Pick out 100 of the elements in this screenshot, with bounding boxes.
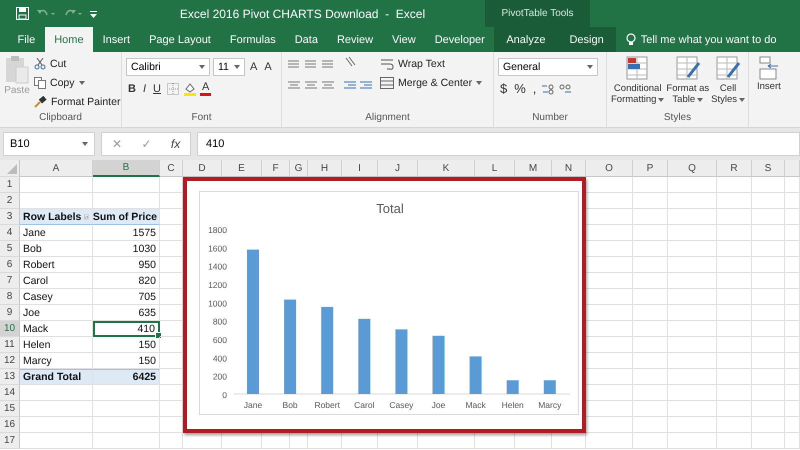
shrink-font-button[interactable]: A bbox=[262, 61, 274, 73]
row-header[interactable]: 11 bbox=[0, 337, 20, 353]
ribbon-tab[interactable]: Data bbox=[285, 27, 328, 52]
empty-cell[interactable] bbox=[752, 305, 785, 321]
empty-cell[interactable] bbox=[633, 417, 668, 433]
font-color-button[interactable]: A bbox=[200, 81, 212, 96]
empty-cell[interactable] bbox=[633, 369, 668, 385]
empty-cell[interactable] bbox=[633, 305, 668, 321]
styles-button[interactable]: Conditional Formatting bbox=[611, 55, 664, 112]
empty-cell[interactable] bbox=[752, 241, 785, 257]
empty-cell[interactable] bbox=[717, 369, 752, 385]
empty-cell[interactable] bbox=[633, 193, 668, 209]
empty-cell[interactable] bbox=[785, 337, 800, 353]
column-header[interactable]: C bbox=[160, 160, 183, 177]
empty-cell[interactable] bbox=[752, 353, 785, 369]
empty-cell[interactable] bbox=[752, 385, 785, 401]
name-box[interactable]: B10 bbox=[3, 132, 95, 156]
empty-cell[interactable] bbox=[633, 225, 668, 241]
empty-cell[interactable] bbox=[752, 417, 785, 433]
wrap-text-button[interactable]: Wrap Text bbox=[380, 55, 482, 72]
empty-cell[interactable] bbox=[785, 209, 800, 225]
empty-cell[interactable] bbox=[633, 433, 668, 449]
empty-cell[interactable] bbox=[668, 225, 717, 241]
empty-cell[interactable] bbox=[717, 289, 752, 305]
column-header[interactable]: L bbox=[475, 160, 515, 177]
merge-center-button[interactable]: Merge & Center bbox=[380, 74, 482, 91]
empty-cell[interactable] bbox=[785, 257, 800, 273]
fill-color-icon[interactable] bbox=[182, 82, 197, 96]
currency-button[interactable]: $ bbox=[498, 81, 510, 96]
row-header[interactable]: 14 bbox=[0, 385, 20, 401]
empty-cell[interactable] bbox=[785, 369, 800, 385]
empty-cell[interactable] bbox=[717, 353, 752, 369]
table-cell[interactable]: 635 bbox=[93, 305, 160, 321]
empty-cell[interactable] bbox=[752, 177, 785, 193]
empty-cell[interactable] bbox=[717, 209, 752, 225]
empty-cell[interactable] bbox=[752, 193, 785, 209]
empty-cell[interactable] bbox=[668, 353, 717, 369]
empty-cell[interactable] bbox=[633, 289, 668, 305]
empty-cell[interactable] bbox=[752, 289, 785, 305]
empty-cell[interactable] bbox=[668, 305, 717, 321]
select-all-icon[interactable] bbox=[7, 164, 17, 174]
empty-cell[interactable] bbox=[633, 241, 668, 257]
column-header[interactable]: B bbox=[93, 160, 160, 177]
empty-cell[interactable] bbox=[633, 385, 668, 401]
row-header[interactable]: 8 bbox=[0, 289, 20, 305]
row-header[interactable]: 4 bbox=[0, 225, 20, 241]
table-cell[interactable]: 1030 bbox=[93, 241, 160, 257]
row-header[interactable]: 6 bbox=[0, 257, 20, 273]
empty-cell[interactable] bbox=[785, 289, 800, 305]
empty-cell[interactable] bbox=[668, 209, 717, 225]
format-painter-button[interactable]: Format Painter bbox=[34, 93, 120, 110]
empty-cell[interactable] bbox=[668, 193, 717, 209]
column-header[interactable]: H bbox=[308, 160, 342, 177]
empty-cell[interactable] bbox=[93, 177, 160, 193]
column-header[interactable]: M bbox=[515, 160, 552, 177]
column-header[interactable]: I bbox=[342, 160, 378, 177]
chart-area[interactable]: Total 0 200 400 600 800 1000 1200 1400 1600 1800 Jane Bob Robert Carol Casey Joe Mack Helen Marcy bbox=[199, 191, 579, 415]
empty-cell[interactable] bbox=[93, 417, 160, 433]
empty-cell[interactable] bbox=[785, 241, 800, 257]
cut-button[interactable]: Cut bbox=[34, 55, 120, 72]
empty-cell[interactable] bbox=[717, 385, 752, 401]
styles-button[interactable]: Format as Table bbox=[666, 55, 710, 112]
table-cell[interactable]: 150 bbox=[93, 337, 160, 353]
empty-cell[interactable] bbox=[717, 401, 752, 417]
ribbon-tab[interactable]: Home bbox=[44, 27, 94, 52]
empty-cell[interactable] bbox=[93, 401, 160, 417]
empty-cell[interactable] bbox=[785, 433, 800, 449]
empty-cell[interactable] bbox=[668, 433, 717, 449]
ribbon-tab[interactable]: Formulas bbox=[220, 27, 286, 52]
insert-button[interactable]: Insert bbox=[757, 55, 781, 127]
percent-button[interactable]: % bbox=[512, 81, 528, 96]
table-cell[interactable]: 705 bbox=[93, 289, 160, 305]
tell-me-field[interactable]: Tell me what you want to do bbox=[616, 27, 776, 52]
bold-button[interactable]: B bbox=[126, 82, 138, 94]
insert-function-button[interactable]: fx bbox=[164, 136, 186, 152]
ribbon-tab[interactable]: File bbox=[8, 27, 45, 52]
empty-cell[interactable] bbox=[93, 385, 160, 401]
customize-icon[interactable] bbox=[90, 10, 97, 18]
empty-cell[interactable] bbox=[752, 257, 785, 273]
empty-cell[interactable] bbox=[752, 209, 785, 225]
column-header[interactable]: J bbox=[378, 160, 418, 177]
empty-cell[interactable] bbox=[752, 321, 785, 337]
column-header[interactable]: Q bbox=[668, 160, 717, 177]
column-header[interactable]: P bbox=[633, 160, 668, 177]
empty-cell[interactable] bbox=[668, 177, 717, 193]
underline-button[interactable]: U bbox=[151, 82, 163, 94]
empty-cell[interactable] bbox=[668, 321, 717, 337]
empty-cell[interactable] bbox=[785, 353, 800, 369]
empty-cell[interactable] bbox=[668, 241, 717, 257]
empty-cell[interactable] bbox=[668, 337, 717, 353]
empty-cell[interactable] bbox=[785, 321, 800, 337]
empty-cell[interactable] bbox=[717, 193, 752, 209]
empty-cell[interactable] bbox=[633, 337, 668, 353]
empty-cell[interactable] bbox=[668, 385, 717, 401]
empty-cell[interactable] bbox=[633, 257, 668, 273]
row-header[interactable]: 16 bbox=[0, 417, 20, 433]
column-header[interactable]: G bbox=[290, 160, 308, 177]
font-family-dropdown[interactable]: Calibri bbox=[126, 58, 210, 76]
number-format-dropdown[interactable]: General bbox=[498, 58, 598, 76]
empty-cell[interactable] bbox=[717, 321, 752, 337]
